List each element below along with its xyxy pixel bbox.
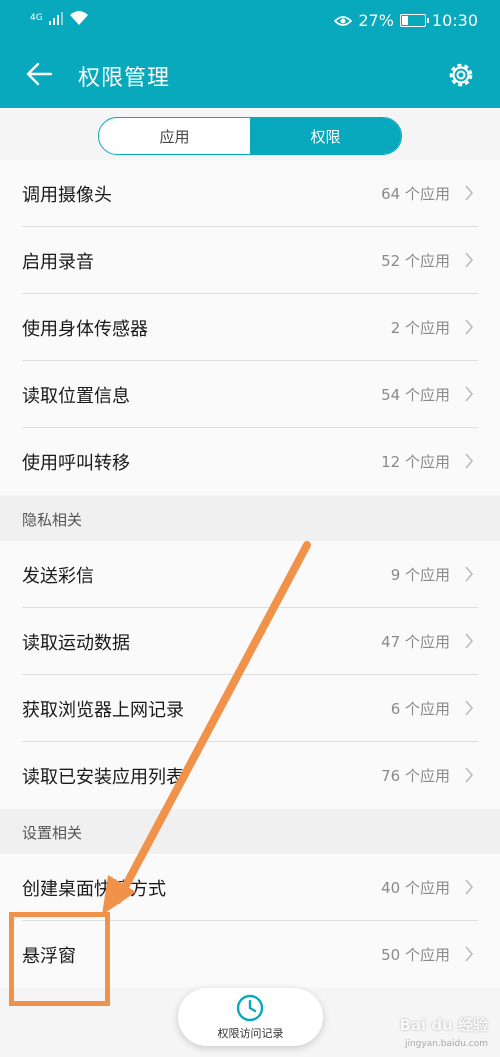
access-history-label: 权限访问记录 (217, 1027, 284, 1040)
tab-switcher: 应用 权限 (98, 117, 402, 155)
chevron-right-icon (465, 386, 474, 402)
list-item-count: 50 个应用 (381, 946, 450, 964)
chevron-right-icon (465, 185, 474, 201)
list-item-count: 64 个应用 (381, 185, 450, 203)
list-item-shortcut[interactable]: 创建桌面快捷方式 40 个应用 (0, 854, 500, 921)
chevron-right-icon (465, 946, 474, 962)
section-title: 隐私相关 (22, 511, 83, 529)
clock-icon (236, 994, 264, 1022)
list-item-activity[interactable]: 读取运动数据 47 个应用 (0, 608, 500, 675)
chevron-right-icon (465, 252, 474, 268)
list-item-label: 使用呼叫转移 (22, 453, 130, 474)
access-history-button[interactable]: 权限访问记录 (178, 988, 323, 1046)
chevron-right-icon (465, 767, 474, 783)
list-item-label: 读取已安装应用列表 (22, 767, 184, 788)
list-item-label: 启用录音 (22, 252, 94, 273)
gear-icon[interactable] (446, 60, 476, 90)
chevron-right-icon (465, 700, 474, 716)
battery-percent: 27% (358, 11, 394, 30)
list-item-count: 76 个应用 (381, 767, 450, 785)
signal-icon (48, 12, 63, 25)
list-item-count: 54 个应用 (381, 386, 450, 404)
list-item-count: 47 个应用 (381, 633, 450, 651)
list-item-count: 2 个应用 (390, 319, 450, 337)
list-item-count: 9 个应用 (390, 566, 450, 584)
app-bar: 权限管理 (0, 42, 500, 108)
list-item-microphone[interactable]: 启用录音 52 个应用 (0, 227, 500, 294)
list-item-mms[interactable]: 发送彩信 9 个应用 (0, 541, 500, 608)
list-item-count: 12 个应用 (381, 453, 450, 471)
permissions-list: 调用摄像头 64 个应用 启用录音 52 个应用 使用身体传感器 2 个应用 读… (0, 160, 500, 495)
list-item-label: 获取浏览器上网记录 (22, 700, 184, 721)
list-item-call-forwarding[interactable]: 使用呼叫转移 12 个应用 (0, 428, 500, 495)
watermark-logo: Bai du 经验 (399, 1016, 488, 1034)
section-header-settings: 设置相关 (0, 809, 500, 854)
list-item-label: 创建桌面快捷方式 (22, 879, 166, 900)
section-header-privacy: 隐私相关 (0, 496, 500, 541)
wifi-icon (69, 11, 88, 25)
chevron-right-icon (465, 319, 474, 335)
list-item-label: 发送彩信 (22, 566, 94, 587)
list-item-count: 6 个应用 (390, 700, 450, 718)
chevron-right-icon (465, 453, 474, 469)
tab-permissions[interactable]: 权限 (250, 118, 401, 154)
tab-apps[interactable]: 应用 (99, 118, 250, 154)
signal-label: 4G (30, 12, 43, 23)
list-item-location[interactable]: 读取位置信息 54 个应用 (0, 361, 500, 428)
watermark-url: jingyan.baidu.com (404, 1039, 488, 1049)
annotation-highlight-box (9, 912, 110, 1006)
list-item-count: 52 个应用 (381, 252, 450, 270)
list-item-label: 调用摄像头 (22, 185, 112, 206)
back-arrow-icon[interactable] (24, 59, 54, 89)
privacy-list: 发送彩信 9 个应用 读取运动数据 47 个应用 获取浏览器上网记录 6 个应用… (0, 541, 500, 809)
page-title: 权限管理 (78, 66, 171, 91)
clock: 10:30 (431, 11, 478, 30)
eye-comfort-icon (334, 15, 353, 26)
list-item-browser-history[interactable]: 获取浏览器上网记录 6 个应用 (0, 675, 500, 742)
section-title: 设置相关 (22, 824, 83, 842)
list-item-body-sensors[interactable]: 使用身体传感器 2 个应用 (0, 294, 500, 361)
list-item-label: 读取运动数据 (22, 633, 130, 654)
status-bar: 4G 27% 10:30 (0, 0, 500, 42)
list-item-camera[interactable]: 调用摄像头 64 个应用 (0, 160, 500, 227)
list-item-label: 读取位置信息 (22, 386, 130, 407)
list-item-label: 使用身体传感器 (22, 319, 148, 340)
chevron-right-icon (465, 633, 474, 649)
battery-icon (399, 14, 429, 27)
list-item-count: 40 个应用 (381, 879, 450, 897)
chevron-right-icon (465, 879, 474, 895)
chevron-right-icon (465, 566, 474, 582)
list-item-installed-apps[interactable]: 读取已安装应用列表 76 个应用 (0, 742, 500, 809)
